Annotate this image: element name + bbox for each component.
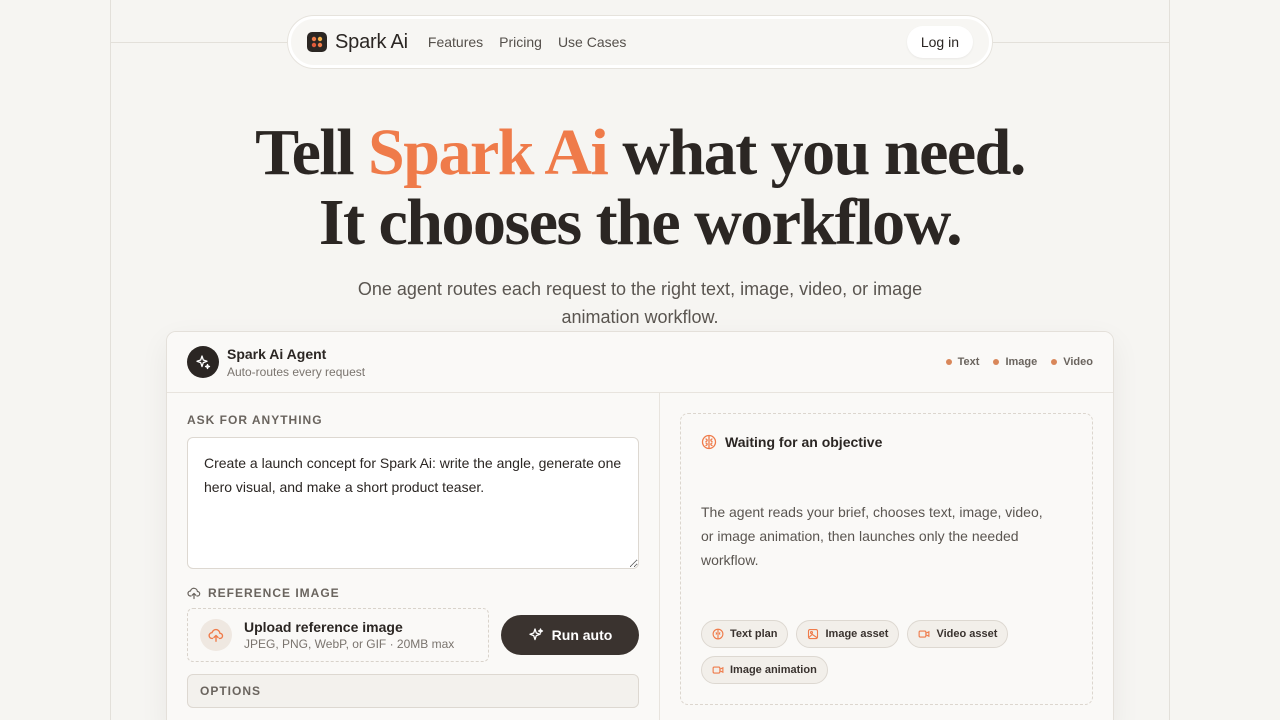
hero-title-accent: Spark Ai (368, 116, 609, 189)
image-icon (808, 628, 819, 640)
upload-row: Upload reference image JPEG, PNG, WebP, … (187, 608, 639, 662)
status-title: Waiting for an objective (725, 434, 883, 450)
tag-video: Video (1051, 356, 1093, 368)
agent-info: Spark Ai Agent Auto-routes every request (227, 346, 365, 379)
top-navbar: Spark Ai Features Pricing Use Cases Log … (288, 16, 992, 68)
dot-icon (945, 359, 952, 365)
chip-label: Text plan (730, 628, 778, 640)
upload-hint: JPEG, PNG, WebP, or GIF · 20MB max (244, 637, 455, 651)
run-auto-button[interactable]: Run auto (501, 615, 639, 655)
video-icon (712, 666, 724, 674)
hero-title-line2: It chooses the workflow. (318, 186, 963, 259)
chip-label: Image asset (825, 628, 889, 640)
upload-title: Upload reference image (244, 619, 403, 635)
agent-card-header: Spark Ai Agent Auto-routes every request… (167, 332, 1113, 393)
chip-image-animation[interactable]: Image animation (701, 656, 828, 684)
agent-card-body: ASK FOR ANYTHING Create a launch concept… (167, 393, 1113, 720)
agent-name: Spark Ai Agent (227, 345, 327, 362)
sparkle-icon (187, 346, 219, 378)
status-description: The agent reads your brief, chooses text… (701, 504, 1043, 568)
chip-label: Image animation (730, 664, 817, 676)
cloud-upload-icon (187, 587, 201, 600)
chip-video-asset[interactable]: Video asset (907, 620, 1009, 648)
agent-subtitle: Auto-routes every request (227, 364, 366, 379)
nav-link-features[interactable]: Features (428, 34, 483, 50)
guide-line-right (1169, 0, 1170, 720)
reference-image-label: REFERENCE IMAGE (187, 586, 639, 600)
chip-text-plan[interactable]: Text plan (701, 620, 789, 648)
dot-icon (993, 359, 1000, 365)
workflow-chips: Text plan Image asset Video asset Image … (701, 620, 1081, 684)
chip-image-asset[interactable]: Image asset (796, 620, 900, 648)
status-box: Waiting for an objective The agent reads… (680, 413, 1093, 705)
prompt-textarea[interactable]: Create a launch concept for Spark Ai: wr… (187, 437, 639, 569)
ask-label: ASK FOR ANYTHING (187, 413, 323, 427)
upload-dropzone[interactable]: Upload reference image JPEG, PNG, WebP, … (187, 608, 489, 662)
modality-tags: Text Image Video (945, 356, 1093, 368)
nav-link-use-cases[interactable]: Use Cases (558, 34, 626, 50)
tag-text: Text (945, 356, 980, 368)
options-toggle[interactable]: OPTIONS (187, 674, 639, 708)
status-header: Waiting for an objective (701, 434, 1072, 450)
agent-card: Spark Ai Agent Auto-routes every request… (166, 331, 1114, 720)
nav-link-pricing[interactable]: Pricing (499, 34, 542, 50)
tag-label: Image (1005, 356, 1038, 368)
run-auto-label: Run auto (551, 627, 613, 643)
brain-icon (712, 628, 724, 640)
brand-name[interactable]: Spark Ai (335, 31, 408, 54)
result-panel: Waiting for an objective The agent reads… (660, 393, 1113, 720)
video-icon (919, 630, 930, 638)
guide-line-left (110, 0, 111, 720)
hero-title-pre: Tell (255, 116, 369, 189)
request-panel: ASK FOR ANYTHING Create a launch concept… (167, 393, 660, 720)
sparkle-icon (529, 628, 543, 641)
tag-label: Text (957, 356, 980, 368)
hero-title-post: what you need. (607, 116, 1026, 189)
tag-image: Image (993, 356, 1037, 368)
chip-label: Video asset (936, 628, 998, 640)
logo-icon[interactable] (307, 32, 327, 52)
tag-label: Video (1063, 356, 1093, 368)
dot-icon (1051, 359, 1058, 365)
hero-title: Tell Spark Ai what you need. It chooses … (0, 118, 1280, 258)
login-button[interactable]: Log in (906, 26, 973, 58)
brain-icon (701, 434, 717, 450)
hero-subtitle: One agent routes each request to the rig… (357, 279, 923, 327)
reference-image-text: REFERENCE IMAGE (208, 586, 340, 600)
upload-text: Upload reference image JPEG, PNG, WebP, … (244, 619, 454, 651)
upload-cloud-icon (200, 619, 232, 651)
